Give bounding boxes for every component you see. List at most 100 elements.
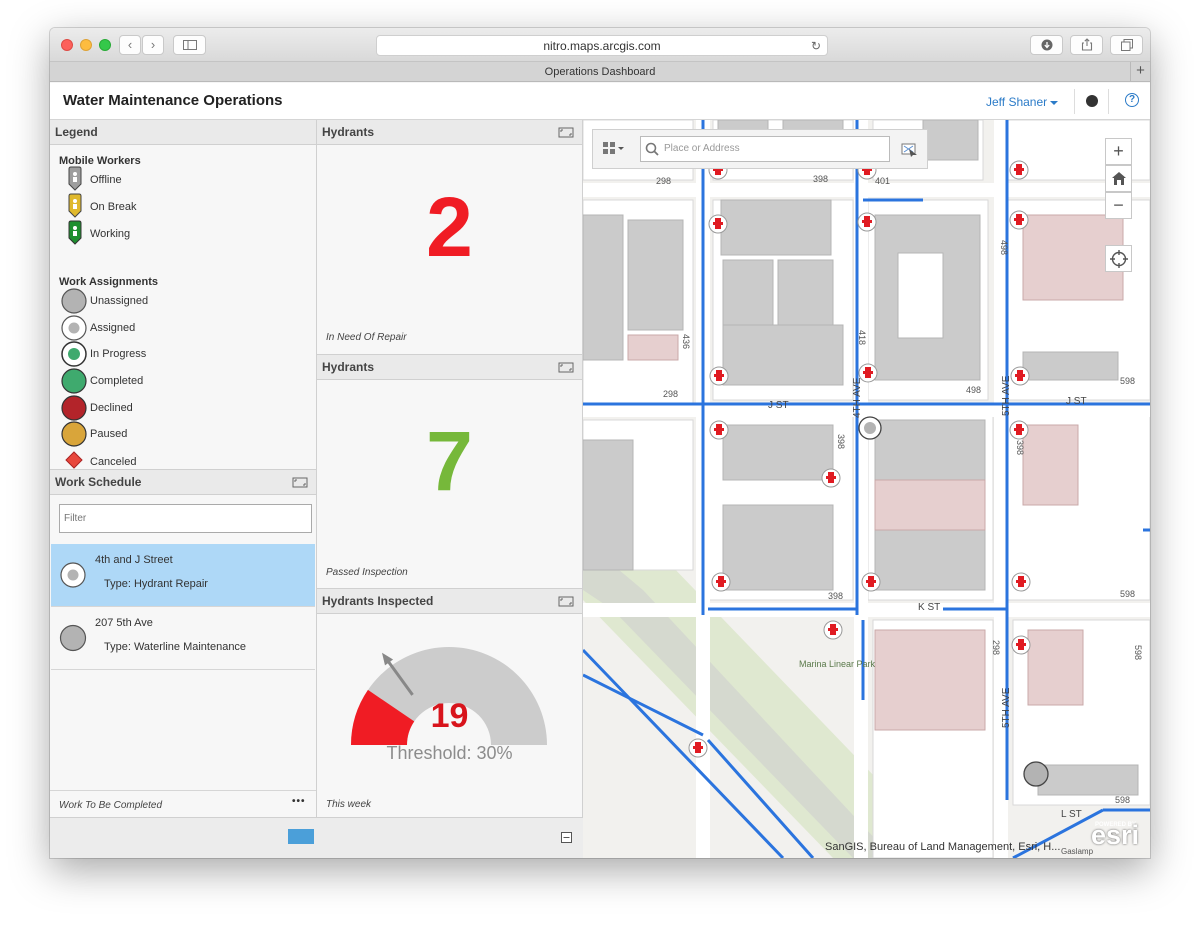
- home-button[interactable]: [1105, 165, 1132, 192]
- share-button[interactable]: [1070, 35, 1103, 55]
- hydrant-icon: [711, 572, 731, 592]
- minimize-window-button[interactable]: [80, 39, 92, 51]
- search-icon: [645, 142, 659, 156]
- work-schedule-title: Work Schedule: [50, 470, 316, 495]
- legend-title: Legend: [50, 120, 316, 145]
- hydrant-icon: [821, 468, 841, 488]
- block-number: 598: [1120, 376, 1135, 386]
- user-name: Jeff Shaner: [986, 95, 1048, 109]
- street-label: K ST: [918, 602, 940, 613]
- close-window-button[interactable]: [61, 39, 73, 51]
- worker-working-icon: [68, 220, 82, 245]
- unassigned-marker-icon: [1023, 761, 1049, 787]
- hydrant-icon: [1011, 572, 1031, 592]
- user-menu[interactable]: Jeff Shaner: [986, 95, 1059, 109]
- hydrant-icon: [1009, 420, 1029, 440]
- block-number: 298: [991, 640, 1001, 655]
- block-number: 401: [875, 176, 890, 186]
- block-number: 498: [966, 385, 981, 395]
- hydrant-icon: [857, 212, 877, 232]
- map-canvas[interactable]: 298 398 401 498 436 418 498 298 398 398 …: [583, 120, 1150, 858]
- repair-count: 2: [426, 180, 473, 274]
- new-tab-button[interactable]: +: [1130, 62, 1150, 82]
- tab-operations-dashboard[interactable]: Operations Dashboard: [545, 66, 656, 78]
- block-number: 436: [681, 334, 691, 349]
- page-title: Water Maintenance Operations: [63, 92, 283, 109]
- address-bar[interactable]: nitro.maps.arcgis.com ↻: [376, 35, 828, 56]
- maximize-icon[interactable]: [558, 596, 574, 607]
- block-number: 498: [999, 240, 1009, 255]
- legend-item-offline: Offline: [90, 174, 122, 186]
- back-button[interactable]: ‹: [119, 35, 141, 55]
- block-number: 598: [1133, 645, 1143, 660]
- street-label: 5TH AVE: [1001, 687, 1012, 728]
- grid-icon: [603, 142, 624, 154]
- basemap-selector[interactable]: [603, 142, 625, 161]
- chevron-right-icon: ›: [150, 37, 156, 52]
- schedule-item-name: 4th and J Street: [95, 554, 173, 566]
- maximize-icon[interactable]: [292, 477, 308, 488]
- tabs-icon: [1120, 39, 1133, 51]
- more-options-icon[interactable]: •••: [292, 796, 306, 807]
- unassigned-icon: [61, 288, 87, 314]
- footer-divider: [50, 790, 316, 791]
- map-attribution: SanGIS, Bureau of Land Management, Esri,…: [825, 841, 1061, 853]
- collapse-icon[interactable]: [561, 832, 572, 843]
- filter-input[interactable]: [59, 504, 312, 533]
- worker-on-break-icon: [68, 193, 82, 218]
- building-courtyard: [897, 252, 944, 339]
- reload-icon[interactable]: ↻: [811, 36, 821, 56]
- browser-toolbar: ‹ › nitro.maps.arcgis.com ↻: [50, 28, 1150, 62]
- header-divider: [1108, 89, 1109, 114]
- search-input[interactable]: Place or Address: [640, 136, 890, 162]
- block-number: 298: [663, 389, 678, 399]
- assignment-marker-icon: [858, 416, 882, 440]
- legend-item-assigned: Assigned: [90, 322, 136, 334]
- tabs-overview-button[interactable]: [1110, 35, 1143, 55]
- legend-item-declined: Declined: [90, 402, 133, 414]
- caret-down-icon: [1050, 100, 1059, 105]
- schedule-item[interactable]: 207 5th Ave Type: Waterline Maintenance: [51, 607, 315, 670]
- downloads-button[interactable]: [1030, 35, 1063, 55]
- home-icon: [1111, 172, 1126, 185]
- sidebar-icon: [182, 40, 197, 50]
- hydrant-icon: [1009, 210, 1029, 230]
- legend-item-canceled: Canceled: [90, 456, 137, 468]
- in-progress-icon: [61, 341, 87, 367]
- zoom-out-button[interactable]: −: [1105, 192, 1132, 219]
- hydrants-repair-panel: Hydrants 2 In Need Of Repair: [317, 120, 583, 354]
- zoom-window-button[interactable]: [99, 39, 111, 51]
- share-icon: [1081, 38, 1092, 51]
- block-number: 398: [813, 174, 828, 184]
- street-label: L ST: [1061, 809, 1082, 820]
- hydrant-icon: [708, 214, 728, 234]
- status-dot-icon[interactable]: [1086, 95, 1098, 107]
- page-indicator[interactable]: [288, 829, 314, 844]
- zoom-in-button[interactable]: +: [1105, 138, 1132, 165]
- locate-button[interactable]: [1105, 245, 1132, 272]
- forward-button[interactable]: ›: [142, 35, 164, 55]
- worker-offline-icon: [68, 166, 82, 191]
- map-view[interactable]: 298 398 401 498 436 418 498 298 398 398 …: [583, 120, 1150, 858]
- maximize-icon[interactable]: [558, 127, 574, 138]
- block-number: 398: [1015, 440, 1025, 455]
- hydrants-inspected-title: Hydrants Inspected: [317, 589, 582, 614]
- maximize-icon[interactable]: [558, 362, 574, 373]
- sidebar-toggle-button[interactable]: [173, 35, 206, 55]
- block-number: 598: [1115, 795, 1130, 805]
- assigned-icon: [61, 315, 87, 341]
- url-text: nitro.maps.arcgis.com: [543, 39, 661, 53]
- help-icon[interactable]: ?: [1125, 93, 1139, 107]
- inspected-gauge: [351, 647, 547, 745]
- browser-window: ‹ › nitro.maps.arcgis.com ↻ Operations D…: [50, 28, 1150, 858]
- work-assignment-icons: [61, 288, 87, 469]
- passed-caption: Passed Inspection: [326, 567, 408, 578]
- hydrant-icon: [709, 366, 729, 386]
- select-map-icon[interactable]: [901, 141, 918, 157]
- esri-logo: esri: [1091, 820, 1140, 850]
- schedule-item-name: 207 5th Ave: [95, 617, 153, 629]
- hydrants-inspected-panel: Hydrants Inspected 19 Threshold: 30% Thi…: [317, 588, 583, 817]
- schedule-item[interactable]: 4th and J Street Type: Hydrant Repair: [51, 544, 315, 607]
- passed-count: 7: [426, 414, 473, 508]
- block-number: 598: [1120, 589, 1135, 599]
